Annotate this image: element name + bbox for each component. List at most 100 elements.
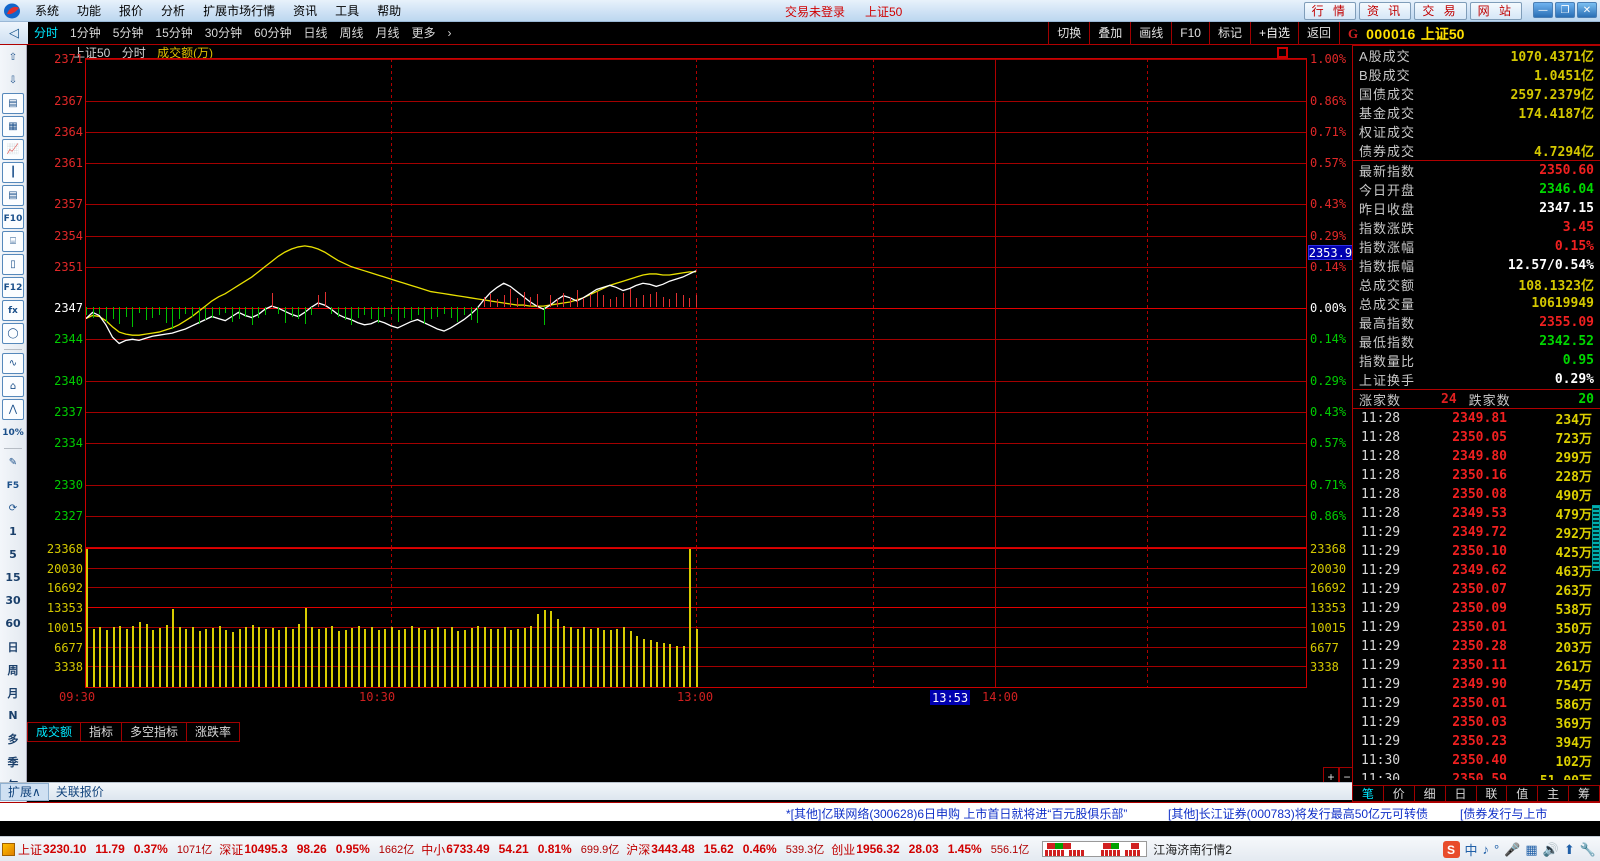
module-button-quotes[interactable]: 行 情 [1304, 2, 1356, 20]
tick-row[interactable]: 11:282349.80299万 [1353, 447, 1600, 466]
tray-icon[interactable]: 中 [1465, 840, 1478, 859]
module-button-news[interactable]: 资 讯 [1359, 2, 1411, 20]
tree-icon[interactable]: ⌸ [2, 231, 24, 252]
market-minimap[interactable] [1042, 841, 1147, 857]
chevron-right-icon[interactable]: › [442, 22, 458, 44]
tick-row[interactable]: 11:292350.10425万 [1353, 542, 1600, 561]
line-chart-icon[interactable]: 📈 [2, 139, 24, 160]
tick-row[interactable]: 11:292349.62463万 [1353, 561, 1600, 580]
tick-row[interactable]: 11:292350.23394万 [1353, 732, 1600, 751]
period-tab-30min[interactable]: 30分钟 [199, 22, 248, 44]
rail-period-30[interactable]: 30 [2, 590, 24, 611]
status-index-深证[interactable]: 深证10495.398.260.95%1662亿 [219, 841, 414, 858]
close-button[interactable]: ✕ [1577, 2, 1597, 18]
f5-icon[interactable]: F5 [2, 475, 24, 496]
report-check-icon[interactable]: ▤ [2, 93, 24, 114]
news-item[interactable]: [其他]长江证券(000783)将发行最高50亿元可转债 [1168, 805, 1428, 821]
tray-icon[interactable]: ⬆ [1564, 842, 1575, 858]
module-button-trade[interactable]: 交 易 [1414, 2, 1466, 20]
tick-list[interactable]: 11:282349.81234万11:282350.05723万11:28234… [1353, 409, 1600, 780]
period-tab-5min[interactable]: 5分钟 [107, 22, 150, 44]
tick-row[interactable]: 11:282350.16228万 [1353, 466, 1600, 485]
news-item[interactable]: [债券发行与上市 [1460, 805, 1547, 821]
chart-area[interactable]: 上证50 分时 成交额(万) 2371236723642361235723542… [27, 45, 1352, 819]
quote-table-icon[interactable]: ▦ [2, 116, 24, 137]
clipboard-icon[interactable]: ▯ [2, 254, 24, 275]
right-panel-tab-价[interactable]: 价 [1384, 785, 1415, 802]
period-tab-more[interactable]: 更多 [406, 22, 442, 44]
menu-item-analysis[interactable]: 分析 [152, 1, 194, 21]
indicator-tab-bull-bear[interactable]: 多空指标 [122, 722, 187, 742]
menu-item-function[interactable]: 功能 [68, 1, 110, 21]
tick-row[interactable]: 11:292350.11261万 [1353, 656, 1600, 675]
arrow-up-icon[interactable]: ⇧ [2, 47, 24, 68]
rail-period-周[interactable]: 周 [2, 659, 24, 680]
tray-icon[interactable]: ° [1494, 842, 1499, 857]
tick-row[interactable]: 11:282350.05723万 [1353, 428, 1600, 447]
tool-button-drawline[interactable]: 画线 [1130, 22, 1171, 45]
menu-item-quote[interactable]: 报价 [110, 1, 152, 21]
right-panel-tab-细[interactable]: 细 [1415, 785, 1446, 802]
rail-period-月[interactable]: 月 [2, 682, 24, 703]
period-tab-15min[interactable]: 15分钟 [149, 22, 198, 44]
right-panel-tab-日[interactable]: 日 [1446, 785, 1477, 802]
indicator-tab-change-rate[interactable]: 涨跌率 [187, 722, 240, 742]
tick-row[interactable]: 11:292350.28203万 [1353, 637, 1600, 656]
menu-item-extended-market[interactable]: 扩展市场行情 [194, 1, 284, 21]
tray-icon[interactable]: 🎤 [1504, 842, 1520, 858]
tick-row[interactable]: 11:292350.01350万 [1353, 618, 1600, 637]
rail-period-N[interactable]: N [2, 705, 24, 726]
tick-row[interactable]: 11:292350.09538万 [1353, 599, 1600, 618]
bar-wave-icon[interactable]: ⋀ [2, 399, 24, 420]
bottom-tab-related-quote[interactable]: 关联报价 [49, 784, 111, 800]
tool-button-add-watchlist[interactable]: +自选 [1250, 22, 1298, 45]
f12-icon[interactable]: F12 [2, 277, 24, 298]
news-icon[interactable]: ▤ [2, 185, 24, 206]
price-plot[interactable] [85, 58, 1307, 548]
period-tab-60min[interactable]: 60分钟 [248, 22, 297, 44]
tick-row[interactable]: 11:292350.03369万 [1353, 713, 1600, 732]
menu-item-news[interactable]: 资讯 [284, 1, 326, 21]
tick-row[interactable]: 11:292349.72292万 [1353, 523, 1600, 542]
period-tab-intraday[interactable]: 分时 [28, 22, 64, 44]
tool-button-return[interactable]: 返回 [1298, 22, 1340, 45]
tray-icon[interactable]: 🔊 [1543, 842, 1559, 858]
arrow-down-icon[interactable]: ⇩ [2, 70, 24, 91]
tray-icon[interactable]: ▦ [1525, 842, 1537, 858]
right-panel-tab-笔[interactable]: 笔 [1352, 785, 1384, 802]
rail-period-季[interactable]: 季 [2, 751, 24, 772]
tick-row[interactable]: 11:292349.90754万 [1353, 675, 1600, 694]
maximize-button[interactable]: ❐ [1555, 2, 1575, 18]
status-index-中小[interactable]: 中小6733.4954.210.81%699.9亿 [421, 841, 619, 858]
bottom-tab-extend[interactable]: 扩展∧ [0, 783, 49, 801]
tick-row[interactable]: 11:302350.40102万 [1353, 751, 1600, 770]
module-button-website[interactable]: 网 站 [1470, 2, 1522, 20]
formula-icon[interactable]: fx [2, 300, 24, 321]
rail-period-1[interactable]: 1 [2, 521, 24, 542]
period-tab-weekly[interactable]: 周线 [333, 22, 369, 44]
indicator-tab-turnover[interactable]: 成交额 [27, 722, 81, 742]
circle-icon[interactable]: ◯ [2, 323, 24, 344]
period-tab-1min[interactable]: 1分钟 [64, 22, 107, 44]
candlestick-icon[interactable]: ┃ [2, 162, 24, 183]
volume-plot[interactable] [85, 548, 1307, 688]
ime-icon[interactable]: S [1443, 841, 1460, 858]
tick-row[interactable]: 11:282349.81234万 [1353, 409, 1600, 428]
menu-item-help[interactable]: 帮助 [368, 1, 410, 21]
tick-row[interactable]: 11:292350.07263万 [1353, 580, 1600, 599]
tool-button-switch[interactable]: 切换 [1048, 22, 1089, 45]
right-panel-tab-筹[interactable]: 筹 [1569, 785, 1600, 802]
rail-period-60[interactable]: 60 [2, 613, 24, 634]
tick-row[interactable]: 11:282349.53479万 [1353, 504, 1600, 523]
back-arrow-icon[interactable]: ◁ [0, 22, 28, 44]
refresh-icon[interactable]: ⟳ [2, 498, 24, 519]
rail-period-日[interactable]: 日 [2, 636, 24, 657]
news-item[interactable]: *[其他]亿联网络(300628)6日申购 上市首日就将进“百元股俱乐部” [786, 805, 1127, 821]
percent-10-icon[interactable]: 10% [2, 422, 24, 443]
tick-row[interactable]: 11:302350.5951.00万 [1353, 770, 1600, 780]
tick-row[interactable]: 11:282350.08490万 [1353, 485, 1600, 504]
area-chart-icon[interactable]: ⌂ [2, 376, 24, 397]
status-index-上证[interactable]: 上证3230.1011.790.37%1071亿 [18, 841, 212, 858]
tool-button-mark[interactable]: 标记 [1209, 22, 1250, 45]
right-panel-tab-联[interactable]: 联 [1477, 785, 1508, 802]
